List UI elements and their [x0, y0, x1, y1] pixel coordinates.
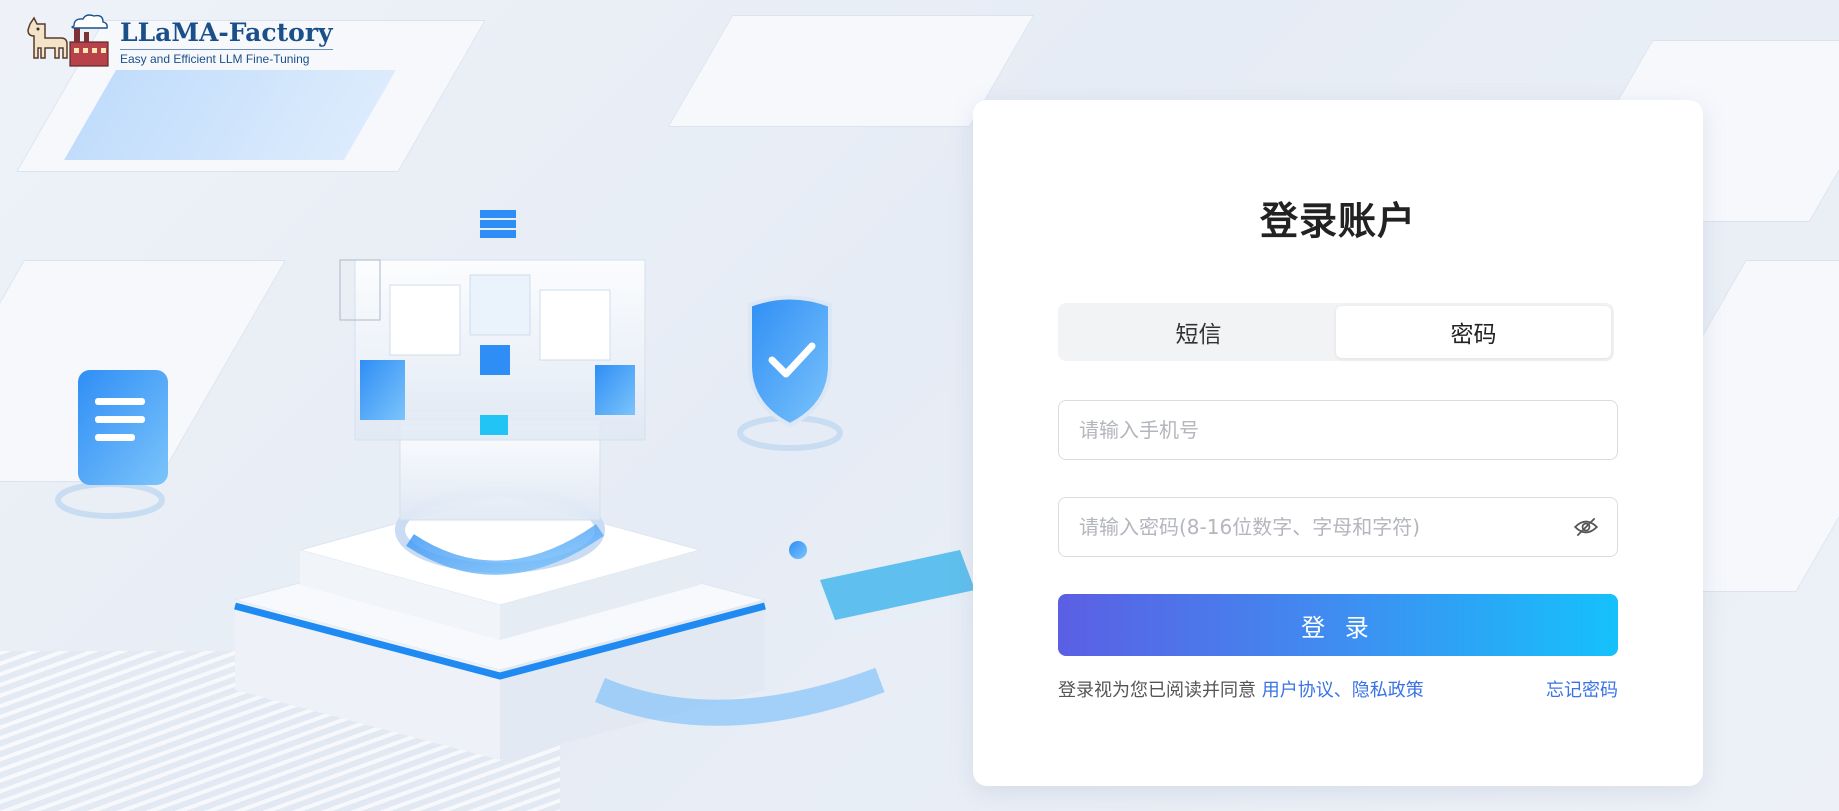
phone-field[interactable]: [1058, 400, 1618, 460]
user-agreement-link[interactable]: 用户协议: [1262, 680, 1334, 701]
password-input[interactable]: [1077, 514, 1573, 540]
agreement-separator: 、: [1333, 680, 1352, 701]
logo: LLaMA-Factory Easy and Efficient LLM Fin…: [24, 14, 333, 70]
tab-sms[interactable]: 短信: [1061, 306, 1336, 358]
logo-subtitle: Easy and Efficient LLM Fine-Tuning: [120, 48, 333, 66]
tab-password[interactable]: 密码: [1336, 306, 1611, 358]
logo-title: LLaMA-Factory: [120, 17, 333, 47]
phone-input[interactable]: [1077, 417, 1599, 443]
eye-off-icon[interactable]: [1573, 514, 1599, 540]
login-button[interactable]: 登 录: [1058, 594, 1618, 656]
agreement-prefix: 登录视为您已阅读并同意: [1058, 680, 1262, 701]
login-title: 登录账户: [1259, 199, 1416, 243]
llama-factory-logo-icon: [27, 14, 109, 67]
password-field[interactable]: [1058, 497, 1618, 557]
forgot-password-link[interactable]: 忘记密码: [1546, 676, 1618, 702]
bg-blue-tile: [64, 70, 396, 160]
privacy-policy-link[interactable]: 隐私政策: [1352, 680, 1424, 701]
login-method-tabs: 短信 密码: [1058, 303, 1614, 361]
hero-illustration: [55, 210, 975, 760]
agreement-text: 登录视为您已阅读并同意 用户协议、隐私政策: [1058, 676, 1424, 702]
login-card: 登录账户 短信 密码 登 录 登录视为您已阅读并同意 用户协议、隐私政策 忘记密…: [973, 100, 1703, 786]
